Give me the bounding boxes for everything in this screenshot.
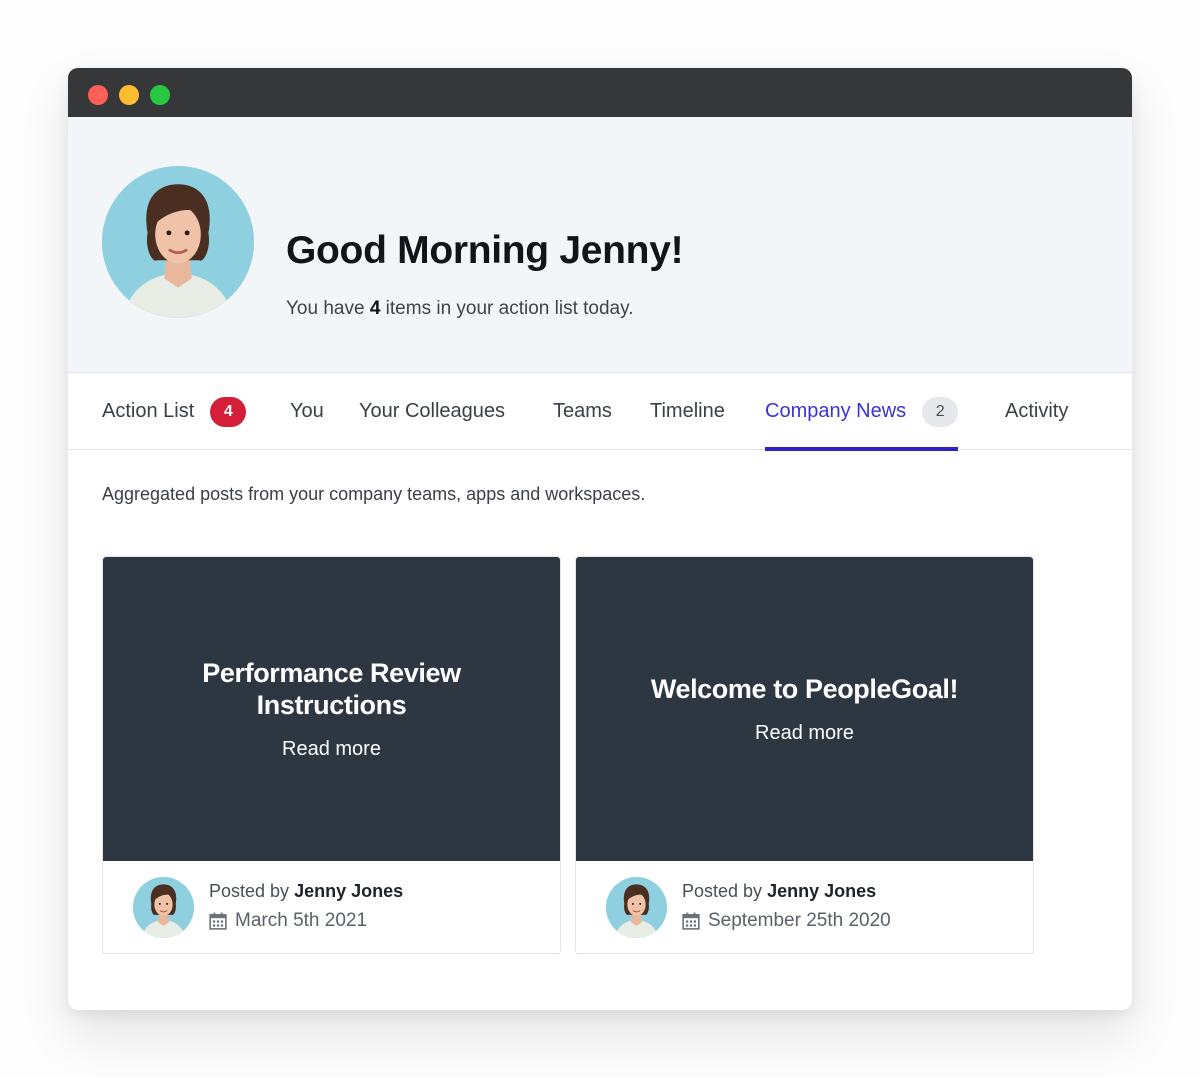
read-more-link[interactable]: Read more xyxy=(755,722,854,745)
tab-teams[interactable]: Teams xyxy=(553,373,612,450)
tab-activity[interactable]: Activity xyxy=(1005,373,1068,450)
tab-label: Company News xyxy=(765,400,907,422)
news-card-banner[interactable]: Performance Review Instructions Read mor… xyxy=(103,557,560,861)
read-more-link[interactable]: Read more xyxy=(282,738,381,761)
tab-label: Teams xyxy=(553,400,612,422)
action-summary-prefix: You have xyxy=(286,298,370,319)
action-summary-suffix: items in your action list today. xyxy=(380,298,634,319)
tab-label: You xyxy=(290,400,324,422)
news-card-footer: Posted by Jenny Jones March 5th 2021 xyxy=(103,861,560,953)
post-date: March 5th 2021 xyxy=(209,910,367,932)
tab-timeline[interactable]: Timeline xyxy=(650,373,725,450)
action-count: 4 xyxy=(369,298,381,319)
author-avatar xyxy=(133,877,194,938)
calendar-icon xyxy=(209,912,227,930)
author-avatar xyxy=(606,877,667,938)
company-news-count-badge: 2 xyxy=(922,396,959,427)
user-avatar[interactable] xyxy=(102,166,254,318)
news-card-footer: Posted by Jenny Jones September 25th 202… xyxy=(576,861,1033,953)
news-description: Aggregated posts from your company teams… xyxy=(102,484,646,504)
minimize-window-button[interactable] xyxy=(119,85,139,105)
tab-label: Activity xyxy=(1005,400,1069,422)
tab-you[interactable]: You xyxy=(290,373,324,450)
news-card: Welcome to PeopleGoal! Read more Posted … xyxy=(575,556,1034,954)
post-date-text: March 5th 2021 xyxy=(235,910,368,931)
author-name: Jenny Jones xyxy=(767,881,877,901)
tab-label: Timeline xyxy=(650,400,725,422)
tab-label: Your Colleagues xyxy=(359,400,506,422)
author-name: Jenny Jones xyxy=(294,881,404,901)
action-list-count-badge: 4 xyxy=(210,396,247,427)
app-window: Good Morning Jenny! You have 4 items in … xyxy=(68,68,1132,1010)
post-date-text: September 25th 2020 xyxy=(708,910,891,931)
maximize-window-button[interactable] xyxy=(150,85,170,105)
news-card-title[interactable]: Welcome to PeopleGoal! xyxy=(605,673,1005,705)
tab-label: Action List xyxy=(102,400,195,422)
tab-bar: Action List 4 You Your Colleagues Teams … xyxy=(68,373,1132,451)
posted-by: Posted by Jenny Jones xyxy=(209,881,403,902)
posted-by: Posted by Jenny Jones xyxy=(682,881,876,902)
tab-action-list[interactable]: Action List 4 xyxy=(102,373,247,450)
posted-by-label: Posted by xyxy=(682,881,763,901)
post-date: September 25th 2020 xyxy=(682,910,891,932)
news-card: Performance Review Instructions Read mor… xyxy=(102,556,561,954)
calendar-icon xyxy=(682,912,700,930)
posted-by-label: Posted by xyxy=(209,881,290,901)
welcome-header: Good Morning Jenny! You have 4 items in … xyxy=(68,117,1132,373)
greeting-title: Good Morning Jenny! xyxy=(286,229,684,272)
portrait-icon xyxy=(133,877,194,938)
portrait-icon xyxy=(606,877,667,938)
window-titlebar xyxy=(68,68,1132,117)
tab-your-colleagues[interactable]: Your Colleagues xyxy=(359,373,505,450)
news-card-title[interactable]: Performance Review Instructions xyxy=(172,657,492,721)
close-window-button[interactable] xyxy=(88,85,108,105)
news-card-banner[interactable]: Welcome to PeopleGoal! Read more xyxy=(576,557,1033,861)
portrait-icon xyxy=(102,166,254,318)
tab-company-news[interactable]: Company News 2 xyxy=(765,373,959,451)
action-summary: You have 4 items in your action list tod… xyxy=(286,298,634,320)
